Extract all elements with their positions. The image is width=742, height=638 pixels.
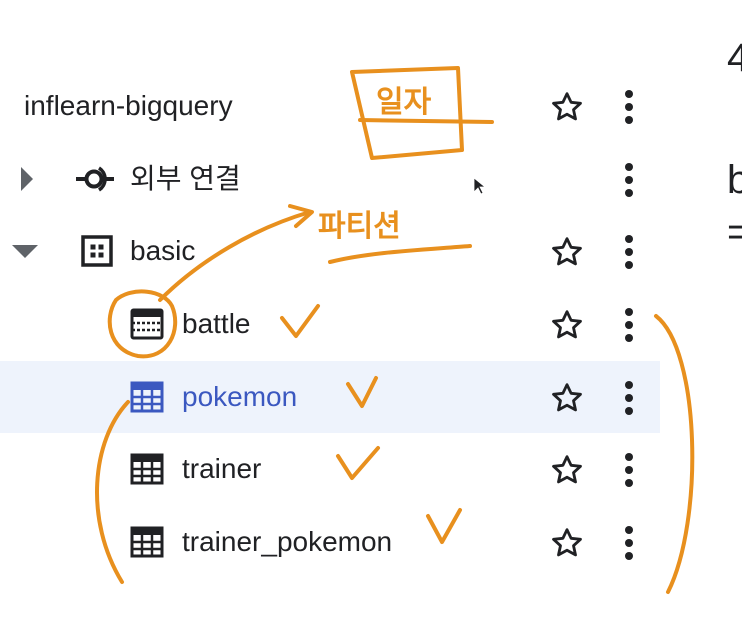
more-options-icon[interactable] — [612, 449, 646, 491]
explorer-tree: inflearn-bigquery 외부 연결 basic battle pok… — [0, 0, 665, 638]
table-label: battle — [182, 308, 251, 339]
dataset-row[interactable]: basic — [0, 215, 660, 287]
external-connections-label: 외부 연결 — [130, 163, 241, 194]
star-icon[interactable] — [546, 231, 588, 273]
more-options-icon[interactable] — [612, 377, 646, 419]
star-icon[interactable] — [546, 377, 588, 419]
dataset-icon — [78, 233, 116, 269]
more-options-icon[interactable] — [612, 304, 646, 346]
project-label: inflearn-bigquery — [24, 90, 233, 121]
star-icon[interactable] — [546, 522, 588, 564]
table-icon — [128, 451, 166, 487]
table-label: trainer — [182, 453, 262, 484]
table-row[interactable]: battle — [0, 288, 660, 360]
editor-text-fragment: = — [727, 210, 742, 254]
partitioned-table-icon — [128, 306, 166, 342]
table-label: pokemon — [182, 381, 298, 412]
table-row[interactable]: trainer — [0, 433, 660, 505]
expand-down-icon[interactable] — [10, 215, 40, 287]
more-options-icon[interactable] — [612, 522, 646, 564]
editor-text-fragment: b — [727, 158, 742, 202]
table-icon — [128, 524, 166, 560]
bigquery-explorer-screenshot: inflearn-bigquery 외부 연결 basic battle pok… — [0, 0, 742, 638]
connection-icon — [76, 161, 114, 197]
more-options-icon[interactable] — [612, 231, 646, 273]
star-icon[interactable] — [546, 86, 588, 128]
table-row[interactable]: trainer_pokemon — [0, 506, 660, 578]
external-connections-row[interactable]: 외부 연결 — [0, 143, 660, 215]
project-row[interactable]: inflearn-bigquery — [0, 70, 660, 142]
editor-panel-cropped: 4 b = — [665, 0, 742, 638]
table-row-selected[interactable]: pokemon — [0, 361, 660, 433]
table-label: trainer_pokemon — [182, 526, 393, 557]
more-options-icon[interactable] — [612, 159, 646, 201]
star-icon[interactable] — [546, 304, 588, 346]
expand-right-icon[interactable] — [12, 143, 42, 215]
table-icon — [128, 379, 166, 415]
more-options-icon[interactable] — [612, 86, 646, 128]
star-icon[interactable] — [546, 449, 588, 491]
dataset-label: basic — [130, 235, 196, 266]
editor-text-fragment: 4 — [727, 36, 742, 80]
